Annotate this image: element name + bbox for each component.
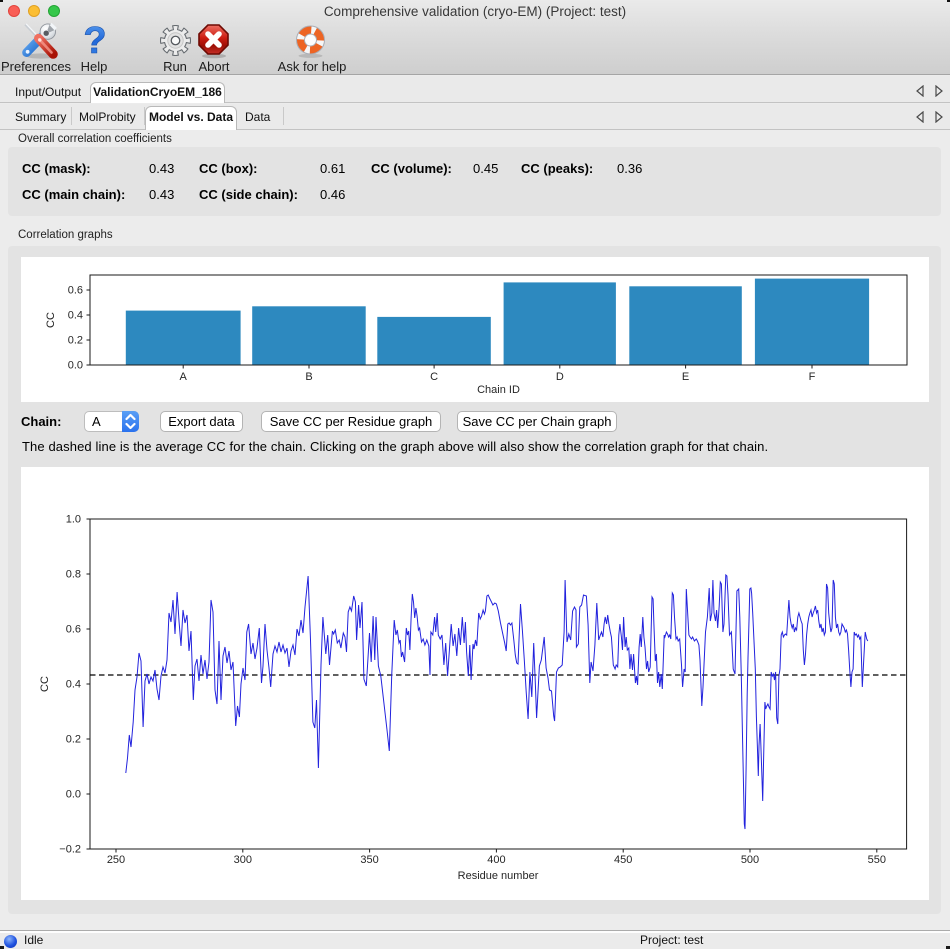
svg-text:250: 250 xyxy=(107,854,125,866)
svg-text:300: 300 xyxy=(234,854,252,866)
svg-text:1.0: 1.0 xyxy=(66,514,81,526)
svg-text:B: B xyxy=(305,371,312,383)
svg-text:0.0: 0.0 xyxy=(68,360,83,372)
svg-text:A: A xyxy=(180,371,188,383)
svg-text:E: E xyxy=(682,371,689,383)
svg-text:D: D xyxy=(556,371,564,383)
svg-text:0.0: 0.0 xyxy=(66,789,81,801)
svg-text:CC: CC xyxy=(45,312,57,328)
svg-text:0.6: 0.6 xyxy=(66,624,81,636)
svg-text:400: 400 xyxy=(487,854,505,866)
svg-text:Chain ID: Chain ID xyxy=(477,384,520,396)
svg-text:0.6: 0.6 xyxy=(68,285,83,297)
svg-text:F: F xyxy=(809,371,816,383)
svg-text:500: 500 xyxy=(741,854,759,866)
svg-text:C: C xyxy=(430,371,438,383)
svg-text:350: 350 xyxy=(360,854,378,866)
svg-text:−0.2: −0.2 xyxy=(59,844,81,856)
svg-text:Residue number: Residue number xyxy=(458,870,539,882)
svg-text:0.4: 0.4 xyxy=(68,310,83,322)
svg-text:450: 450 xyxy=(614,854,632,866)
svg-text:CC: CC xyxy=(39,676,51,692)
svg-text:0.2: 0.2 xyxy=(68,335,83,347)
svg-text:0.4: 0.4 xyxy=(66,679,81,691)
svg-text:0.2: 0.2 xyxy=(66,734,81,746)
svg-text:550: 550 xyxy=(868,854,886,866)
svg-text:?: ? xyxy=(83,22,106,60)
svg-text:0.8: 0.8 xyxy=(66,569,81,581)
